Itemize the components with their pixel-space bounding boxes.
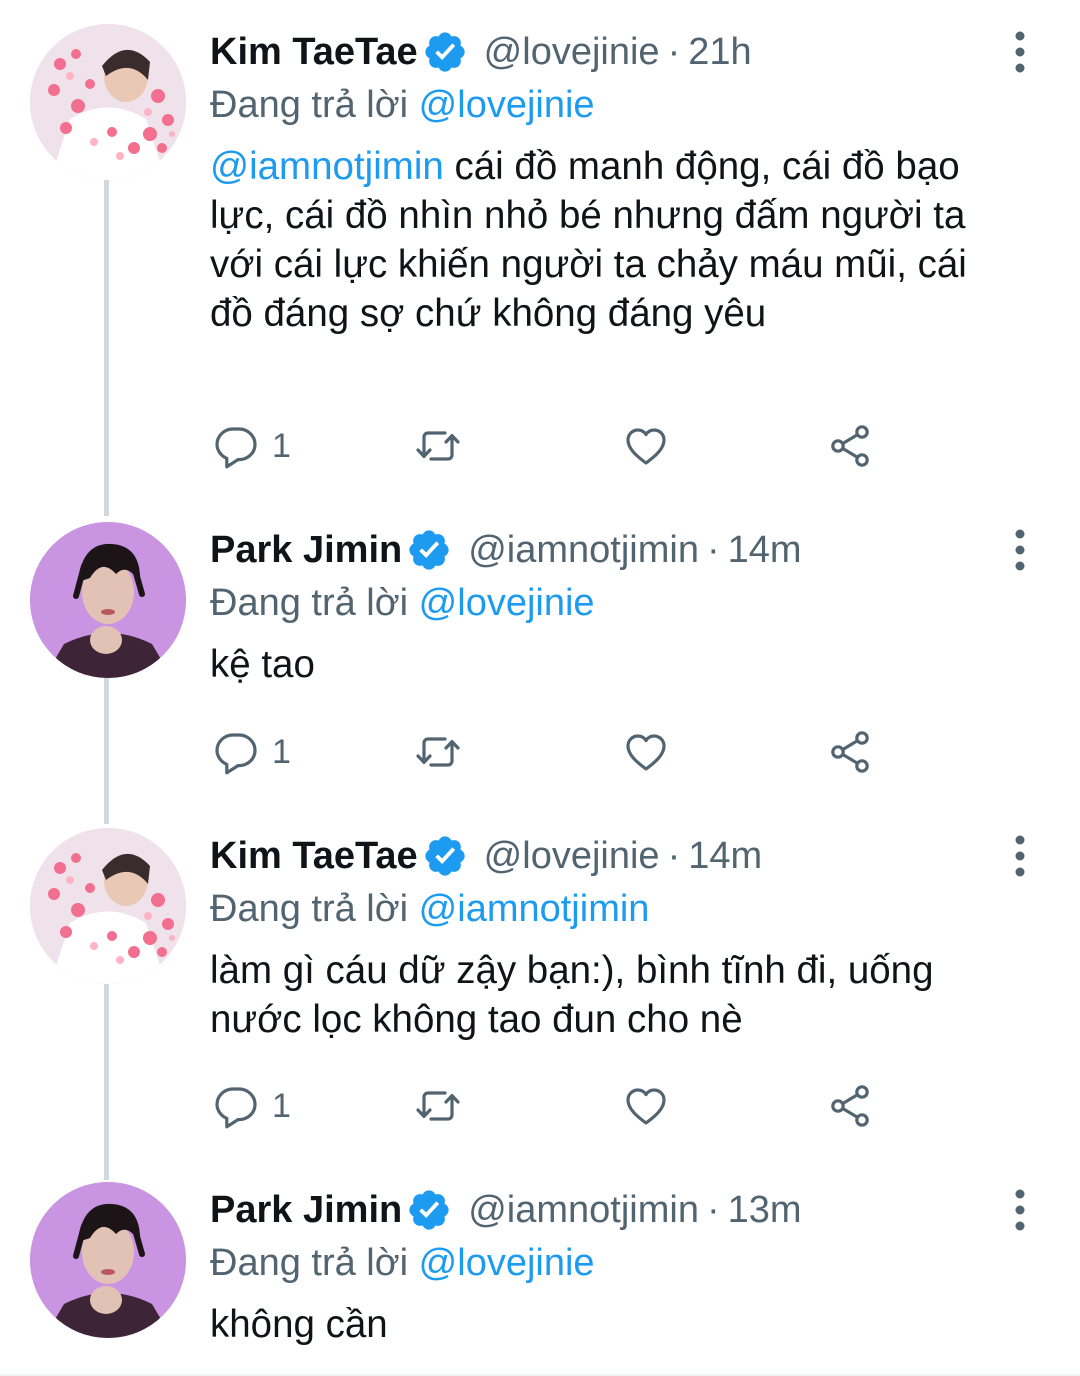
timestamp[interactable]: 14m <box>728 529 802 572</box>
avatar[interactable] <box>30 522 186 678</box>
reply-icon <box>212 1082 260 1130</box>
display-name[interactable]: Kim TaeTae <box>210 835 418 878</box>
separator-dot: · <box>667 30 681 73</box>
tweet-actions: 1 <box>212 722 892 782</box>
more-vertical-icon[interactable] <box>1000 1182 1040 1238</box>
tweet-actions: 1 <box>212 1076 892 1136</box>
avatar[interactable] <box>30 24 186 180</box>
share-icon <box>826 422 874 470</box>
display-name[interactable]: Kim TaeTae <box>210 31 418 74</box>
more-vertical-icon[interactable] <box>1000 828 1040 884</box>
replying-to-label: Đang trả lời <box>210 888 409 930</box>
tweet-actions: 1 <box>212 416 892 476</box>
share-button[interactable] <box>826 416 874 476</box>
reply-count: 1 <box>272 1086 291 1125</box>
share-icon <box>826 1082 874 1130</box>
verified-badge-icon <box>406 527 452 573</box>
heart-icon <box>622 1082 670 1130</box>
display-name[interactable]: Park Jimin <box>210 529 402 572</box>
replying-to-label: Đang trả lời <box>210 582 409 624</box>
retweet-button[interactable] <box>414 1076 462 1136</box>
user-handle[interactable]: @lovejinie <box>484 835 660 878</box>
tweet[interactable]: Park Jimin @iamnotjimin · 14m Đang trả l… <box>0 522 1080 812</box>
user-handle[interactable]: @iamnotjimin <box>468 529 699 572</box>
like-button[interactable] <box>622 416 670 476</box>
reply-icon <box>212 728 260 776</box>
like-button[interactable] <box>622 722 670 782</box>
retweet-icon <box>414 422 462 470</box>
verified-badge-icon <box>422 29 468 75</box>
timestamp[interactable]: 13m <box>728 1189 802 1232</box>
replying-to-handle[interactable]: @lovejinie <box>419 84 595 126</box>
retweet-button[interactable] <box>414 722 462 782</box>
separator-dot: · <box>706 1188 720 1231</box>
tweet-text: kệ tao <box>210 643 315 686</box>
separator-dot: · <box>667 834 681 877</box>
more-vertical-icon[interactable] <box>1000 522 1040 578</box>
replying-to: Đang trả lời @lovejinie <box>210 1238 1020 1288</box>
display-name[interactable]: Park Jimin <box>210 1189 402 1232</box>
tweet-text: làm gì cáu dữ zậy bạn:), bình tĩnh đi, u… <box>210 949 934 1041</box>
replying-to-label: Đang trả lời <box>210 84 409 126</box>
replying-to-handle[interactable]: @iamnotjimin <box>419 888 650 930</box>
reply-button[interactable]: 1 <box>212 722 291 782</box>
heart-icon <box>622 728 670 776</box>
tweet[interactable]: Park Jimin @iamnotjimin · 13m Đang trả l… <box>0 1182 1080 1376</box>
tweet-thread: Kim TaeTae @lovejinie · 21h Đang trả lời… <box>0 0 1080 1376</box>
replying-to: Đang trả lời @lovejinie <box>210 578 1020 628</box>
reply-icon <box>212 422 260 470</box>
mention-link[interactable]: @iamnotjimin <box>210 145 444 188</box>
more-vertical-icon[interactable] <box>1000 24 1040 80</box>
user-handle[interactable]: @iamnotjimin <box>468 1189 699 1232</box>
replying-to-label: Đang trả lời <box>210 1242 409 1284</box>
avatar[interactable] <box>30 1182 186 1338</box>
tweet[interactable]: Kim TaeTae @lovejinie · 14m Đang trả lời… <box>0 828 1080 1168</box>
separator-dot: · <box>706 528 720 571</box>
retweet-button[interactable] <box>414 416 462 476</box>
replying-to-handle[interactable]: @lovejinie <box>419 1242 595 1284</box>
tweet[interactable]: Kim TaeTae @lovejinie · 21h Đang trả lời… <box>0 24 1080 500</box>
avatar[interactable] <box>30 828 186 984</box>
reply-count: 1 <box>272 732 291 771</box>
retweet-icon <box>414 728 462 776</box>
tweet-text: @iamnotjimin cái đồ manh động, cái đồ bạ… <box>210 142 1020 338</box>
replying-to: Đang trả lời @lovejinie <box>210 80 1020 130</box>
reply-button[interactable]: 1 <box>212 416 291 476</box>
verified-badge-icon <box>422 833 468 879</box>
like-button[interactable] <box>622 1076 670 1136</box>
reply-button[interactable]: 1 <box>212 1076 291 1136</box>
replying-to: Đang trả lời @iamnotjimin <box>210 884 1020 934</box>
verified-badge-icon <box>406 1187 452 1233</box>
timestamp[interactable]: 14m <box>688 835 762 878</box>
retweet-icon <box>414 1082 462 1130</box>
tweet-text: không cần <box>210 1303 388 1346</box>
heart-icon <box>622 422 670 470</box>
share-button[interactable] <box>826 722 874 782</box>
reply-count: 1 <box>272 426 291 465</box>
user-handle[interactable]: @lovejinie <box>484 31 660 74</box>
share-button[interactable] <box>826 1076 874 1136</box>
share-icon <box>826 728 874 776</box>
replying-to-handle[interactable]: @lovejinie <box>419 582 595 624</box>
timestamp[interactable]: 21h <box>688 31 751 74</box>
